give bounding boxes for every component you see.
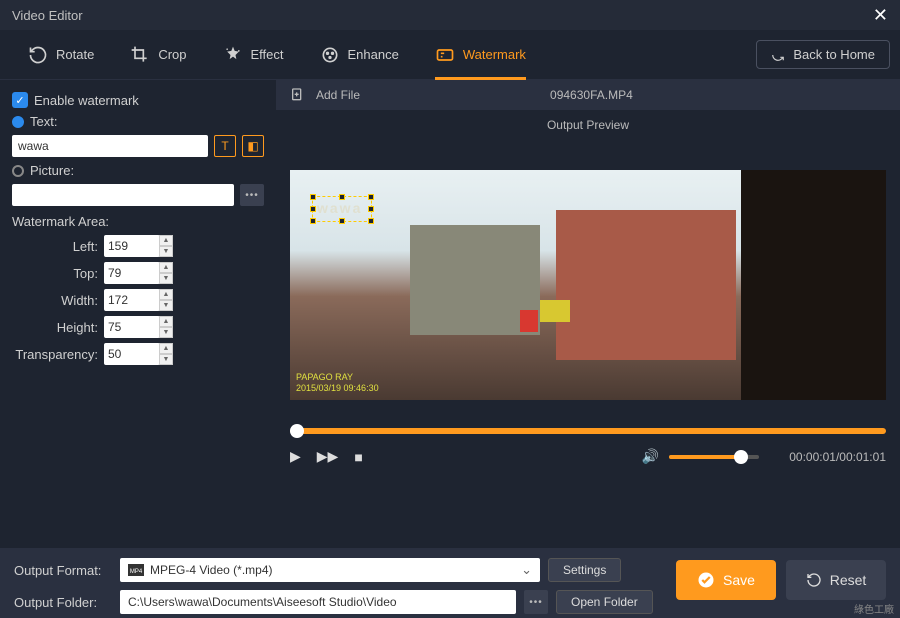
text-color-button[interactable]: ◧ <box>242 135 264 157</box>
open-folder-button[interactable]: Open Folder <box>556 590 653 614</box>
save-button[interactable]: Save <box>676 560 776 600</box>
crop-icon <box>130 45 150 65</box>
height-spinner[interactable] <box>104 316 160 338</box>
tab-label: Crop <box>158 47 186 62</box>
watermark-overlay-text: wawa <box>317 200 362 216</box>
save-label: Save <box>723 572 755 588</box>
chevron-down-icon: ⌄ <box>521 562 532 578</box>
reset-label: Reset <box>830 572 867 588</box>
home-label: Back to Home <box>793 47 875 62</box>
video-preview[interactable]: wawa PAPAGO RAY 2015/03/19 09:46:30 <box>290 170 886 400</box>
output-format-combo[interactable]: MP4 MPEG-4 Video (*.mp4) ⌄ <box>120 558 540 582</box>
transparency-label: Transparency: <box>12 347 104 362</box>
text-radio-label: Text: <box>30 114 57 129</box>
tab-enhance[interactable]: Enhance <box>302 30 417 80</box>
close-icon[interactable]: ✕ <box>873 5 888 26</box>
picture-radio-label: Picture: <box>30 163 74 178</box>
top-spin-controls[interactable]: ▲▼ <box>159 262 173 284</box>
effect-icon <box>223 45 243 65</box>
volume-icon[interactable]: 🔊 <box>642 448 659 465</box>
reset-icon <box>806 572 822 588</box>
output-folder-label: Output Folder: <box>14 595 112 610</box>
left-spin-controls[interactable]: ▲▼ <box>159 235 173 257</box>
top-spinner[interactable] <box>104 262 160 284</box>
playback-time: 00:00:01/00:01:01 <box>789 450 886 464</box>
height-spin-controls[interactable]: ▲▼ <box>159 316 173 338</box>
svg-text:MP4: MP4 <box>130 569 143 575</box>
tab-label: Rotate <box>56 47 94 62</box>
footer-watermark: 綠色工廠 <box>854 601 894 616</box>
toolbar: Rotate Crop Effect Enhance Watermark Bac… <box>0 30 900 80</box>
sidebar: ✓ Enable watermark Text: T ◧ Picture: ••… <box>0 80 276 548</box>
enable-watermark-label: Enable watermark <box>34 93 139 108</box>
watermark-area-title: Watermark Area: <box>12 214 264 229</box>
back-to-home-button[interactable]: Back to Home <box>756 40 890 69</box>
window-title: Video Editor <box>12 8 83 23</box>
output-preview-label: Output Preview <box>276 110 900 140</box>
preview-panel: Add File 094630FA.MP4 Output Preview waw… <box>276 80 900 548</box>
home-arrow-icon <box>771 48 785 62</box>
left-spinner[interactable] <box>104 235 160 257</box>
tab-label: Watermark <box>463 47 526 62</box>
volume-thumb[interactable] <box>734 450 748 464</box>
bottom-panel: Output Format: MP4 MPEG-4 Video (*.mp4) ⌄… <box>0 548 900 618</box>
watermark-picture-input[interactable] <box>12 184 234 206</box>
output-format-label: Output Format: <box>14 563 112 578</box>
play-button[interactable]: ▶ <box>290 448 301 465</box>
output-folder-input[interactable] <box>120 590 516 614</box>
watermark-icon <box>435 45 455 65</box>
transparency-spin-controls[interactable]: ▲▼ <box>159 343 173 365</box>
enable-watermark-checkbox[interactable]: ✓ <box>12 92 28 108</box>
picture-browse-button[interactable]: ••• <box>240 184 264 206</box>
tab-crop[interactable]: Crop <box>112 30 204 80</box>
add-file-icon <box>290 87 306 103</box>
stop-button[interactable]: ■ <box>354 449 362 465</box>
text-radio[interactable] <box>12 116 24 128</box>
playback-controls: ▶ ▶▶ ■ 🔊 00:00:01/00:01:01 <box>276 434 900 465</box>
width-spinner[interactable] <box>104 289 160 311</box>
current-filename: 094630FA.MP4 <box>550 88 633 102</box>
text-style-button[interactable]: T <box>214 135 236 157</box>
height-label: Height: <box>12 320 104 335</box>
check-icon <box>697 571 715 589</box>
fast-forward-button[interactable]: ▶▶ <box>317 448 339 465</box>
title-bar: Video Editor ✕ <box>0 0 900 30</box>
enhance-icon <box>320 45 340 65</box>
width-spin-controls[interactable]: ▲▼ <box>159 289 173 311</box>
add-file-button[interactable]: Add File <box>316 88 360 102</box>
left-label: Left: <box>12 239 104 254</box>
top-label: Top: <box>12 266 104 281</box>
settings-button[interactable]: Settings <box>548 558 621 582</box>
tab-effect[interactable]: Effect <box>205 30 302 80</box>
tab-label: Effect <box>251 47 284 62</box>
transparency-spinner[interactable] <box>104 343 160 365</box>
output-folder-browse-button[interactable]: ••• <box>524 590 548 614</box>
tab-watermark[interactable]: Watermark <box>417 30 544 80</box>
output-format-value: MPEG-4 Video (*.mp4) <box>150 563 273 577</box>
seek-bar[interactable] <box>290 428 886 434</box>
mp4-icon: MP4 <box>128 564 144 576</box>
video-overlay-text: PAPAGO RAY 2015/03/19 09:46:30 <box>296 372 379 394</box>
reset-button[interactable]: Reset <box>786 560 886 600</box>
tab-label: Enhance <box>348 47 399 62</box>
seek-thumb[interactable] <box>290 424 304 438</box>
rotate-icon <box>28 45 48 65</box>
volume-slider[interactable] <box>669 455 759 459</box>
picture-radio[interactable] <box>12 165 24 177</box>
tab-rotate[interactable]: Rotate <box>10 30 112 80</box>
watermark-text-input[interactable] <box>12 135 208 157</box>
width-label: Width: <box>12 293 104 308</box>
file-bar: Add File 094630FA.MP4 <box>276 80 900 110</box>
watermark-bounding-box[interactable]: wawa <box>312 196 372 222</box>
